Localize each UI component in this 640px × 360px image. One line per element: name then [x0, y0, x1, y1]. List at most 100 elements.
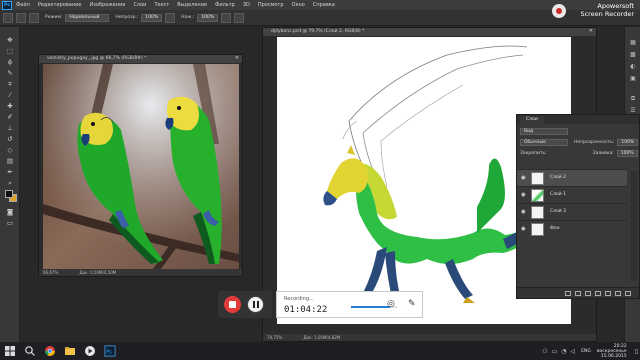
menu-image[interactable]: Изображение: [89, 2, 125, 8]
marquee-tool-icon[interactable]: ⬚: [4, 47, 16, 56]
language-indicator[interactable]: ENG: [581, 349, 591, 354]
people-icon[interactable]: ⚇: [542, 348, 547, 355]
layers-lock-row: Закрепить: Заливка: 100%: [520, 149, 638, 157]
opacity-label: Непрозр.:: [115, 15, 139, 20]
media-player-icon[interactable]: [84, 345, 96, 357]
layers-panel-tabbar: Слои: [517, 115, 639, 124]
layer-opacity-field[interactable]: 100%: [617, 138, 639, 146]
layer-kind-filter[interactable]: Вид: [520, 127, 568, 135]
brush-size-icon[interactable]: [16, 12, 26, 23]
network-icon[interactable]: ◔: [561, 348, 566, 355]
layer-row[interactable]: ◉ Слой 2: [517, 169, 627, 186]
eye-icon[interactable]: ◉: [521, 192, 527, 198]
history-brush-tool-icon[interactable]: ↺: [4, 135, 16, 144]
chrome-icon[interactable]: [44, 345, 56, 357]
webcam-icon[interactable]: ◎: [387, 299, 397, 310]
menu-edit[interactable]: Редактирование: [38, 2, 82, 8]
layer-row[interactable]: ◉ Фон: [517, 220, 627, 237]
tab-layers[interactable]: Слои: [520, 116, 544, 124]
eye-icon[interactable]: ◉: [521, 226, 527, 232]
layers-scrollbar[interactable]: [631, 171, 637, 281]
document-window-parrots[interactable]: volnistiy_popugay_.jpg @ 66,7% (RGB/8#) …: [38, 54, 243, 277]
layer-row[interactable]: ◉ Слой 3: [517, 203, 627, 220]
airbrush-icon[interactable]: [221, 12, 232, 23]
annotate-pen-icon[interactable]: ✎: [408, 299, 418, 310]
layer-style-icon[interactable]: [575, 291, 581, 296]
pause-recording-button[interactable]: [247, 296, 264, 313]
file-explorer-icon[interactable]: [64, 345, 76, 357]
gradient-tool-icon[interactable]: ▤: [4, 157, 16, 166]
menu-3d[interactable]: 3D: [243, 2, 250, 8]
layer-mask-icon[interactable]: [585, 291, 591, 296]
brush-panel-icon[interactable]: [29, 12, 39, 23]
layer-name: Фон: [550, 226, 560, 231]
menu-select[interactable]: Выделение: [177, 2, 207, 8]
menu-view[interactable]: Просмотр: [258, 2, 284, 8]
new-group-icon[interactable]: [605, 291, 611, 296]
menu-layer[interactable]: Слои: [133, 2, 146, 8]
stamp-tool-icon[interactable]: ⊥: [4, 124, 16, 133]
lasso-tool-icon[interactable]: ϕ: [4, 58, 16, 67]
menu-file[interactable]: Файл: [16, 2, 30, 8]
opacity-field[interactable]: 100%: [141, 13, 163, 22]
layer-thumbnail: [531, 189, 544, 202]
mode-select[interactable]: Нормальный: [65, 13, 110, 22]
tools-panel: ✥ ⬚ ϕ ✎ ⌗ ⁄ ✚ ✐ ⊥ ↺ ◇ ▤ ✒ ⌕ ◙ ▭: [0, 27, 20, 342]
layer-fill-field[interactable]: 100%: [616, 149, 638, 157]
eyedropper-tool-icon[interactable]: ⁄: [4, 91, 16, 100]
stop-recording-button[interactable]: [224, 296, 241, 313]
brush-preset-icon[interactable]: [3, 12, 13, 23]
styles-panel-icon[interactable]: ▣: [628, 75, 638, 83]
zoom-readout[interactable]: 66,67%: [43, 270, 58, 275]
battery-icon[interactable]: ▭: [552, 348, 558, 355]
zoom-readout[interactable]: 79,75%: [267, 335, 282, 340]
pen-tool-icon[interactable]: ✒: [4, 168, 16, 177]
recorder-watermark: Apowersoft Screen Recorder: [552, 2, 634, 24]
history-panel-icon[interactable]: ⧉: [628, 95, 638, 103]
screen-mode-icon[interactable]: ▭: [4, 219, 16, 228]
start-icon[interactable]: [4, 345, 16, 357]
swatches-panel-icon[interactable]: ▩: [628, 51, 638, 59]
pressure-field[interactable]: 100%: [197, 13, 219, 22]
search-icon[interactable]: [24, 345, 36, 357]
healing-tool-icon[interactable]: ✚: [4, 102, 16, 111]
layer-thumbnail: [531, 172, 544, 185]
volume-icon[interactable]: ◁: [571, 348, 576, 355]
recording-status: Recording...: [284, 296, 314, 302]
color-panel-icon[interactable]: ▦: [628, 39, 638, 47]
layer-row[interactable]: ◉ Слой 1: [517, 186, 627, 203]
quick-mask-icon[interactable]: ◙: [4, 208, 16, 217]
foreground-color-swatch[interactable]: [5, 190, 13, 198]
notifications-icon[interactable]: ▯: [635, 348, 638, 355]
delete-layer-icon[interactable]: [625, 291, 631, 296]
photoshop-taskbar-icon[interactable]: Ps: [104, 345, 116, 357]
document-tab-drawing[interactable]: djdybonc.psd @ 79,7% (Слой 2, RGB/8) *: [263, 28, 596, 36]
crop-tool-icon[interactable]: ⌗: [4, 80, 16, 89]
menu-filter[interactable]: Фильтр: [215, 2, 235, 8]
new-layer-icon[interactable]: [615, 291, 621, 296]
brush-tool-icon[interactable]: ✐: [4, 113, 16, 122]
adjustments-panel-icon[interactable]: ◐: [628, 63, 638, 71]
clock[interactable]: 20:22 воскресенье 15.06.2015: [597, 344, 627, 359]
photoshop-logo[interactable]: Ps: [2, 0, 12, 10]
blend-mode-select[interactable]: Обычные: [520, 138, 568, 146]
close-icon[interactable]: ✕: [235, 55, 239, 61]
pressure-size-icon[interactable]: [234, 12, 245, 23]
menu-help[interactable]: Справка: [313, 2, 335, 8]
pressure-opacity-icon[interactable]: [165, 12, 176, 23]
layer-name: Слой 2: [550, 175, 566, 180]
document-tab-parrots[interactable]: volnistiy_popugay_.jpg @ 66,7% (RGB/8#) …: [39, 55, 242, 63]
layers-footer: [517, 287, 639, 298]
menu-window[interactable]: Окно: [292, 2, 305, 8]
close-icon[interactable]: ✕: [589, 28, 593, 34]
eye-icon[interactable]: ◉: [521, 175, 527, 181]
move-tool-icon[interactable]: ✥: [4, 36, 16, 45]
menu-type[interactable]: Текст: [154, 2, 169, 8]
eraser-tool-icon[interactable]: ◇: [4, 146, 16, 155]
adjustment-layer-icon[interactable]: [595, 291, 601, 296]
link-layers-icon[interactable]: [565, 291, 571, 296]
zoom-tool-icon[interactable]: ⌕: [4, 179, 16, 188]
lock-label: Закрепить:: [520, 150, 547, 156]
quick-select-tool-icon[interactable]: ✎: [4, 69, 16, 78]
eye-icon[interactable]: ◉: [521, 209, 527, 215]
